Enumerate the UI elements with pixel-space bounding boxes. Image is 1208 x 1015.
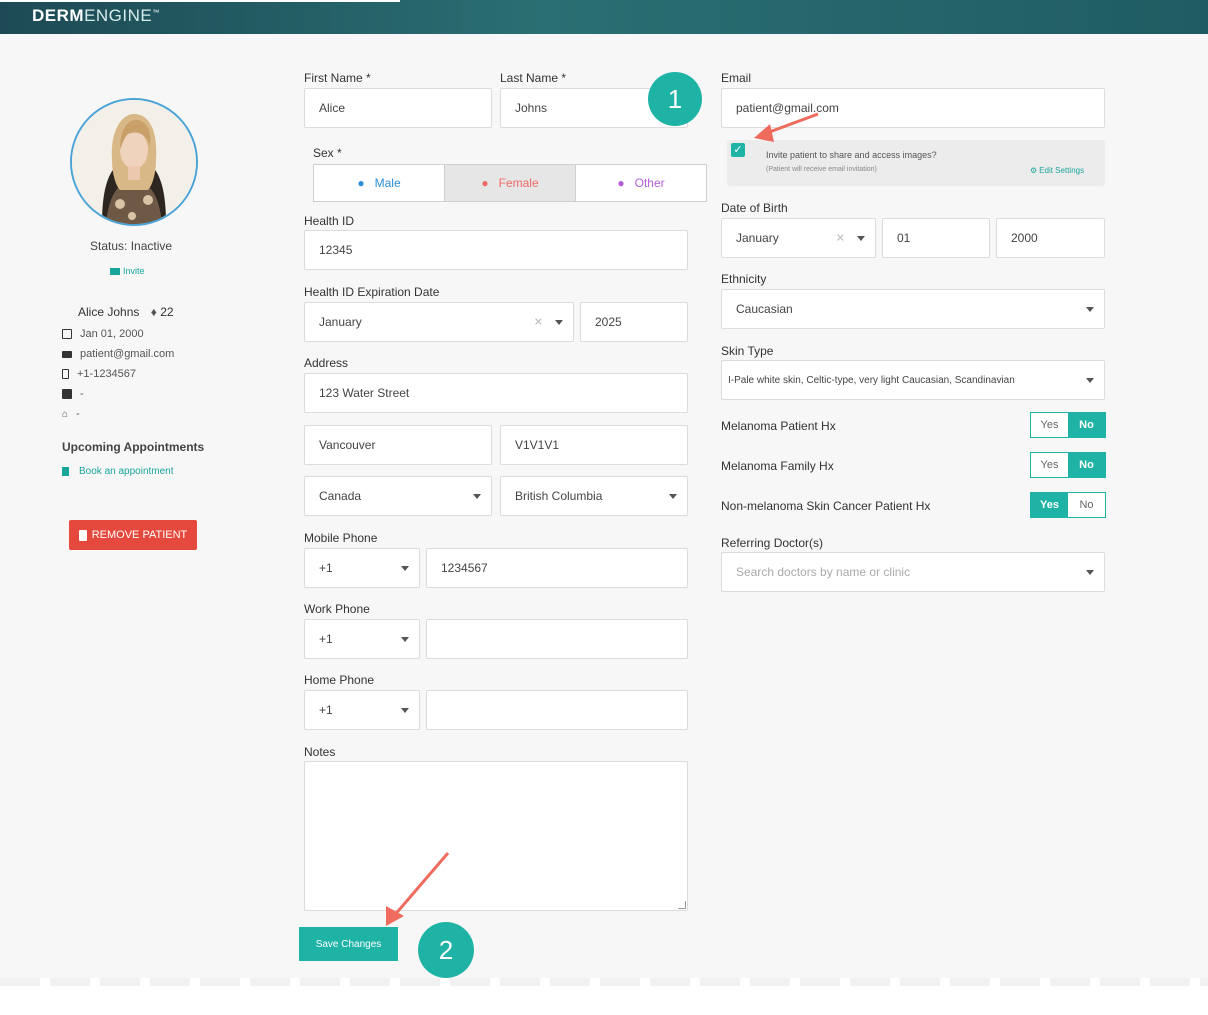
arrow-to-save-button xyxy=(386,852,450,926)
arrow-to-invite-checkbox xyxy=(754,112,819,142)
annotation-arrows xyxy=(386,112,819,926)
